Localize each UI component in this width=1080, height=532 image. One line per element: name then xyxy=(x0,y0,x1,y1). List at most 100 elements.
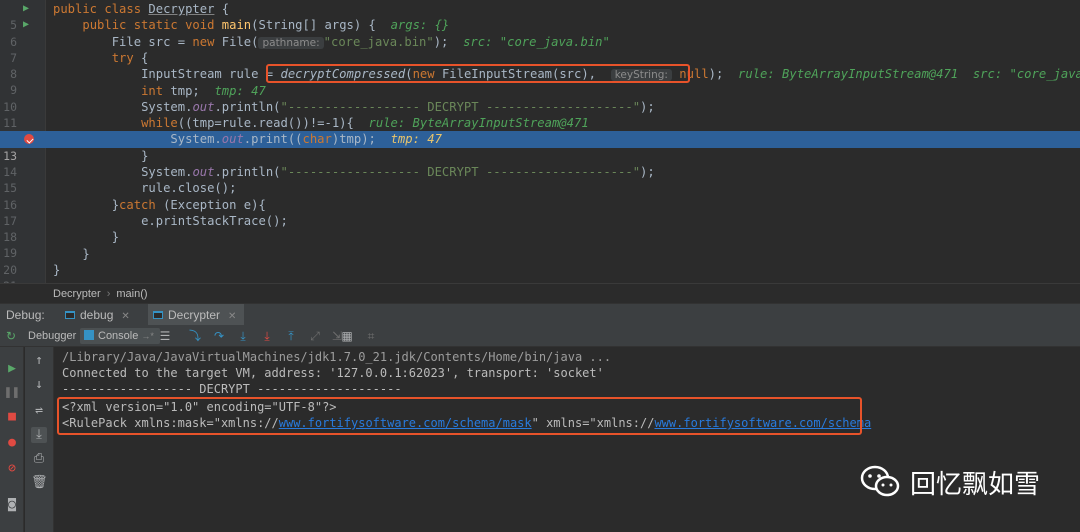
code-line-19[interactable]: 19 } xyxy=(0,229,1080,260)
code-line-17[interactable]: 17 }catch (Exception e){ xyxy=(0,197,1080,228)
code-token: } xyxy=(111,197,120,212)
static-field: out xyxy=(221,132,244,147)
tab-decrypter[interactable]: Decrypter ✕ xyxy=(148,304,245,326)
code-line-5[interactable]: 5 ▶ public class Decrypter { xyxy=(0,1,1080,32)
step-into-icon[interactable]: ⤓ xyxy=(236,329,250,343)
console-icon xyxy=(84,330,94,340)
camera-icon[interactable]: ◙ xyxy=(4,497,20,513)
view-breakpoints-icon[interactable]: ● xyxy=(4,435,20,451)
subtab-label: Console xyxy=(98,330,139,342)
stop-icon[interactable]: ■ xyxy=(4,409,20,425)
resume-icon[interactable]: ▶ xyxy=(4,361,20,377)
subtab-label: Debugger xyxy=(28,330,77,342)
code-token: (String[] args) { xyxy=(251,18,391,33)
subtab-suffix: →* xyxy=(141,331,154,341)
watermark: 回忆飘如雪 xyxy=(860,462,1040,502)
evaluate-icon[interactable]: ▦ xyxy=(340,329,354,343)
tab-debug[interactable]: debug ✕ xyxy=(60,304,138,326)
code-token: } xyxy=(53,262,61,277)
inline-debug-value: args: {} xyxy=(390,18,450,33)
watermark-text: 回忆飘如雪 xyxy=(910,469,1041,500)
code-token: .println( xyxy=(214,99,281,114)
code-token: } xyxy=(82,246,90,261)
code-line-13-current[interactable]: 13 System.out.print((char)tmp); tmp: 47 xyxy=(0,131,1080,163)
code-token: ); xyxy=(433,34,464,49)
console-line: Connected to the target VM, address: '12… xyxy=(62,366,604,380)
debug-tool-window-header: Debug: debug ✕ Decrypter ✕ xyxy=(0,303,1080,326)
code-line-15[interactable]: 15 System.out.println("-----------------… xyxy=(0,164,1080,195)
code-token: char xyxy=(302,132,332,147)
drop-frame-icon[interactable]: ⤢ xyxy=(308,329,322,343)
code-line-20[interactable]: 20 } xyxy=(0,246,1080,277)
mute-breakpoints-icon[interactable]: ⊘ xyxy=(4,461,20,477)
close-icon[interactable]: ✕ xyxy=(228,311,236,322)
code-line-18[interactable]: 18 e.printStackTrace(); xyxy=(0,213,1080,244)
run-config-icon xyxy=(153,311,163,319)
code-token: int xyxy=(141,83,171,98)
code-line-11[interactable]: 11 System.out.println("-----------------… xyxy=(0,99,1080,130)
string-literal: "core_java.bin" xyxy=(323,34,434,49)
step-over-icon[interactable]: ↷ xyxy=(212,329,226,343)
console-line: /Library/Java/JavaVirtualMachines/jdk1.7… xyxy=(62,350,612,364)
code-token: e.printStackTrace(); xyxy=(141,213,288,228)
code-token: try xyxy=(111,50,134,65)
string-literal: "------------------ DECRYPT ------------… xyxy=(280,99,641,114)
string-literal: "------------------ DECRYPT ------------… xyxy=(280,165,641,179)
code-token: System. xyxy=(141,99,193,114)
breadcrumb-method[interactable]: main() xyxy=(116,288,147,300)
code-token: public class xyxy=(53,2,149,16)
trace-icon[interactable]: ⌗ xyxy=(364,329,378,343)
breakpoint-icon[interactable] xyxy=(24,134,34,145)
code-line-7[interactable]: 7 File src = new File(pathname: "core_jav… xyxy=(0,34,1080,65)
code-line-10[interactable]: 10 int tmp; tmp: 47 xyxy=(0,83,1080,114)
code-token: InputStream rule = xyxy=(141,67,281,82)
code-token: { xyxy=(133,50,149,65)
code-token: tmp; xyxy=(170,83,215,98)
rerun-icon[interactable]: ↻ xyxy=(4,329,18,343)
inline-debug-value: tmp: 47 xyxy=(214,83,266,98)
method-name: main xyxy=(221,18,252,33)
code-line-6[interactable]: 6 ▶ public static void main(String[] arg… xyxy=(0,17,1080,48)
code-token: } xyxy=(111,230,120,245)
scroll-to-end-icon[interactable]: ⤓ xyxy=(31,427,47,443)
code-line-12[interactable]: 12 while((tmp=rule.read())!=-1){ rule: B… xyxy=(0,115,1080,146)
code-editor[interactable]: 5 ▶ public class Decrypter { 6 ▶ public … xyxy=(0,0,1080,293)
code-line-21[interactable]: 21 } xyxy=(0,262,1080,293)
pause-icon[interactable]: ❚❚ xyxy=(4,385,20,401)
inline-debug-value: src: "core_java.bin" xyxy=(463,34,610,49)
subtab-debugger[interactable]: Debugger xyxy=(24,328,82,344)
tab-label: Decrypter xyxy=(168,308,221,322)
debug-action-strip: ▶ ❚❚ ■ ● ⊘ ◙ xyxy=(0,347,24,532)
code-token: catch xyxy=(119,197,156,212)
subtab-console[interactable]: Console →* xyxy=(80,328,160,344)
soft-wrap-icon[interactable]: ⇌ xyxy=(31,403,47,419)
print-icon[interactable]: ⎙ xyxy=(31,451,47,467)
code-line-14[interactable]: 14 } xyxy=(0,148,1080,179)
breadcrumb-class[interactable]: Decrypter xyxy=(53,288,101,300)
code-token: { xyxy=(214,2,230,16)
code-token: ((tmp=rule.read())!=-1){ xyxy=(177,116,369,131)
code-token: .print(( xyxy=(243,132,303,147)
wechat-icon xyxy=(860,465,900,497)
code-token: )tmp); xyxy=(331,132,391,147)
run-gutter-icon[interactable]: ▶ xyxy=(23,1,35,17)
code-token: rule.close(); xyxy=(141,181,237,196)
tab-label: debug xyxy=(80,308,114,322)
step-out-icon[interactable]: ⤒ xyxy=(284,329,298,343)
console-output[interactable]: /Library/Java/JavaVirtualMachines/jdk1.7… xyxy=(55,347,1080,532)
code-line-16[interactable]: 16 rule.close(); xyxy=(0,180,1080,211)
show-execution-point-icon[interactable]: ⤵ xyxy=(188,329,202,343)
code-token: File src = xyxy=(111,34,193,49)
trash-icon[interactable]: 🗑 xyxy=(31,475,48,491)
menu-icon[interactable]: ☰ xyxy=(158,329,172,343)
inline-debug-value: rule: ByteArrayInputStream@471 xyxy=(368,116,589,131)
run-gutter-icon[interactable]: ▶ xyxy=(23,17,35,33)
force-step-into-icon[interactable]: ⤓ xyxy=(260,329,274,343)
static-field: out xyxy=(192,99,215,114)
code-token: System. xyxy=(170,132,222,147)
code-token: new xyxy=(192,34,222,49)
down-arrow-icon[interactable]: ↓ xyxy=(31,377,47,393)
close-icon[interactable]: ✕ xyxy=(121,311,129,322)
up-arrow-icon[interactable]: ↑ xyxy=(31,353,47,369)
debug-title: Debug: xyxy=(6,308,45,322)
